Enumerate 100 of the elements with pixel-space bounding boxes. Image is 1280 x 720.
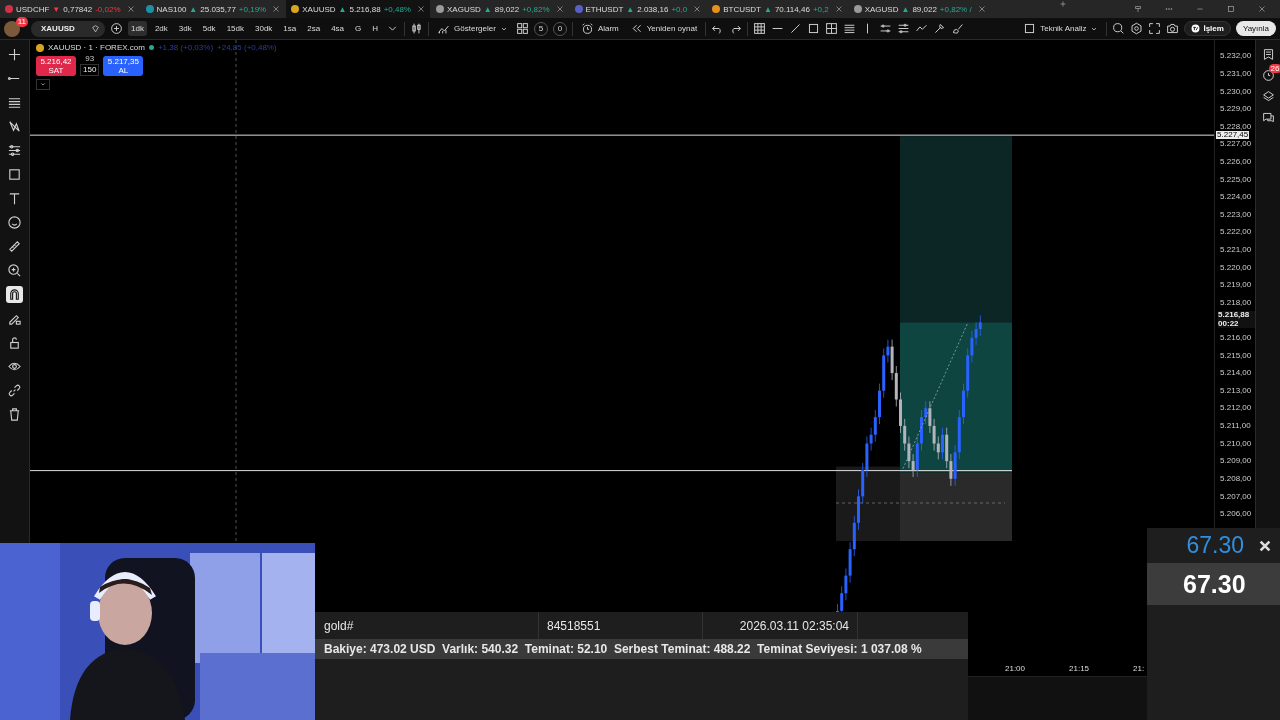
quantity-field[interactable]: 150: [80, 64, 100, 76]
chat-icon[interactable]: [1261, 111, 1275, 124]
interval-button[interactable]: H: [369, 21, 382, 36]
square-icon: [1023, 22, 1037, 35]
ruler-icon[interactable]: [6, 238, 23, 255]
price-label: 5.210,00: [1220, 438, 1252, 448]
symbol-search-field[interactable]: XAUUSD: [31, 20, 105, 37]
interval-button[interactable]: 3dk: [175, 21, 195, 36]
tab-symbol: BTCUSDT: [723, 4, 761, 14]
price-label: 5.208,00: [1220, 473, 1252, 483]
templates-icon[interactable]: [515, 22, 529, 35]
replay-button[interactable]: Yeniden oynat: [626, 20, 701, 37]
price-label: 5.226,00: [1220, 156, 1252, 166]
rewind-icon: [629, 22, 643, 35]
publish-button[interactable]: Yayınla: [1235, 21, 1276, 36]
interval-button[interactable]: 2dk: [151, 21, 171, 36]
symbol-cell: gold#: [324, 618, 354, 633]
candles-icon[interactable]: [410, 22, 424, 35]
interval-button[interactable]: 15dk: [223, 21, 247, 36]
value-label: 67.30: [1186, 532, 1244, 559]
tab-change: +0,82% /: [939, 4, 972, 14]
link-icon[interactable]: [6, 382, 23, 399]
camera-icon[interactable]: [1166, 22, 1180, 35]
account-cell: 84518551: [547, 618, 601, 633]
clock-icon[interactable]: [1261, 69, 1275, 82]
price-label: 5.229,00: [1220, 104, 1252, 114]
layers-icon[interactable]: [1261, 90, 1275, 103]
price-label: 5.212,00: [1220, 403, 1252, 413]
sliders-icon[interactable]: [879, 22, 893, 35]
logo-icon: [1191, 24, 1201, 33]
sell-button[interactable]: 5.216,42 SAT: [36, 55, 76, 76]
trend-line-icon[interactable]: [789, 22, 803, 35]
fullscreen-icon[interactable]: [1148, 22, 1162, 35]
magnet-icon[interactable]: [6, 286, 23, 303]
tab-price: 5.216,88: [349, 4, 381, 14]
add-icon[interactable]: [110, 22, 123, 35]
search-icon[interactable]: [1112, 22, 1126, 35]
price-label: 5.219,00: [1220, 280, 1252, 290]
price-label: 5.214,00: [1220, 368, 1252, 378]
time-cell: 2026.03.11 02:35:04: [739, 618, 849, 633]
trend-arrow: ▲: [338, 4, 347, 14]
price-label: 5.209,00: [1220, 456, 1252, 466]
grid-icon[interactable]: [825, 22, 839, 35]
indicators-button[interactable]: Göstergeler: [434, 20, 511, 37]
rectangle-icon[interactable]: [807, 22, 821, 35]
tab-symbol: XAGUSD: [864, 4, 899, 14]
interval-button[interactable]: 1dk: [128, 21, 147, 36]
symbol-tab[interactable]: XAUUSD ▲ 5.216,88 +0,48%: [286, 0, 430, 18]
parallel-lines-icon[interactable]: [843, 22, 857, 35]
crosshair-icon[interactable]: [6, 46, 23, 63]
interval-button[interactable]: G: [352, 21, 365, 36]
trend-arrow: ▲: [763, 4, 772, 14]
watchlist-icon[interactable]: [1261, 48, 1275, 61]
tab-price: 25.035,77: [200, 4, 236, 14]
buy-button[interactable]: 5.217,35 AL: [103, 55, 144, 76]
price-label: 5.206,00: [1220, 509, 1252, 519]
tab-price: 70.114,46: [774, 4, 810, 14]
account-summary: Bakiye: 473.02 USD Varlık: 540.32 Teminat: 52.10 Serbest Teminat: 488.22 Teminat Seviyesi: 1 037.08 %: [315, 639, 968, 659]
sliders-icon[interactable]: [897, 22, 911, 35]
price-label: 5.211,00: [1220, 421, 1251, 431]
tab-symbol: XAUUSD: [302, 4, 336, 14]
settings-icon[interactable]: [1130, 22, 1144, 35]
interval-button[interactable]: 2sa: [304, 21, 324, 36]
smiley-icon[interactable]: [6, 214, 23, 231]
tab-symbol: ETHUSDT: [585, 4, 624, 14]
time-label: 21:15: [1069, 663, 1090, 673]
interval-button[interactable]: 5dk: [199, 21, 219, 36]
zoom-in-icon[interactable]: [6, 262, 23, 279]
price-label: 5.207,00: [1220, 491, 1252, 501]
close-icon[interactable]: [1258, 538, 1272, 553]
price-change: +1,38 (+0,03%): [157, 43, 214, 52]
price-label: 5.213,00: [1220, 385, 1252, 395]
layout-button[interactable]: Teknik Analiz: [1020, 20, 1102, 37]
countdown-label: 00:22: [1218, 319, 1256, 329]
rectangle-icon[interactable]: [6, 166, 23, 183]
price-label: 5.222,00: [1220, 227, 1252, 237]
trend-arrow: ▲: [483, 4, 492, 14]
tab-symbol: NAS100: [156, 4, 187, 14]
interval-button[interactable]: 1sa: [280, 21, 300, 36]
price-label: 5.224,00: [1220, 192, 1252, 202]
avatar[interactable]: [4, 20, 20, 37]
sliders-icon[interactable]: [6, 142, 23, 159]
time-label: 21:: [1133, 663, 1145, 673]
chevron-down-icon[interactable]: [36, 79, 50, 90]
trade-button[interactable]: İşlem: [1184, 21, 1231, 36]
alarm-button[interactable]: Alarm: [577, 20, 622, 37]
tab-price: 0,77842: [63, 4, 93, 14]
price-label: 5.221,00: [1220, 245, 1252, 254]
tab-price: 89,022: [912, 4, 937, 14]
trend-arrow: ▲: [189, 4, 198, 14]
selected-value-row[interactable]: 67.30: [1147, 563, 1280, 605]
price-line[interactable]: [30, 470, 1013, 472]
grid-icon[interactable]: [753, 22, 767, 35]
profit-zone[interactable]: [900, 322, 1012, 473]
tab-change: +0,0: [671, 4, 688, 14]
alarm-icon: [580, 22, 594, 35]
interval-button[interactable]: 4sa: [328, 21, 348, 36]
interval-button[interactable]: 30dk: [252, 21, 276, 36]
tab-symbol: XAGUSD: [447, 4, 481, 14]
line-price-label: 5.227,45: [1216, 131, 1250, 140]
